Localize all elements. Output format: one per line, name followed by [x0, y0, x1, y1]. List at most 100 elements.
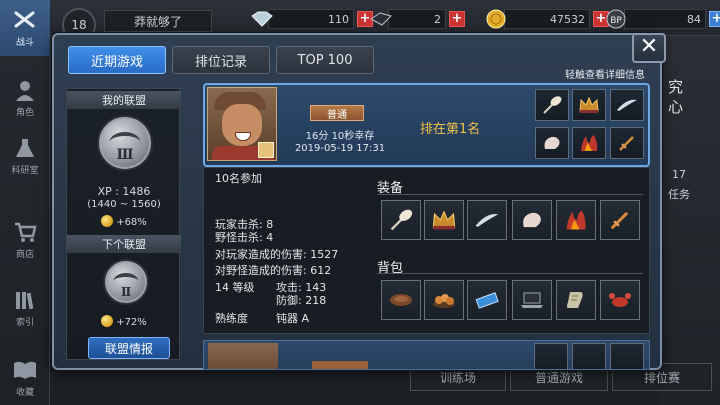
- books-icon: [12, 288, 38, 312]
- next-alliance-tier: Ⅱ: [120, 285, 132, 299]
- bg-side-text-1: 究: [668, 78, 684, 96]
- proficiency-label: 熟练度: [215, 312, 248, 325]
- gold-count: 47532: [504, 9, 590, 29]
- crossed-guns-icon: [12, 8, 38, 32]
- nav-character[interactable]: 角色: [0, 70, 50, 126]
- wing-icon[interactable]: [467, 200, 507, 240]
- flame-boots-icon: [572, 127, 606, 159]
- nav-index[interactable]: 索引: [0, 280, 50, 336]
- my-alliance-bonus: +68%: [67, 215, 181, 228]
- nav-battle[interactable]: 战斗: [0, 0, 50, 56]
- final-rank: 排在第1名: [420, 122, 481, 137]
- equipment-divider: [377, 194, 643, 195]
- wild-kills: 野怪击杀: 4: [215, 231, 274, 244]
- bp-count: 84: [624, 9, 706, 29]
- nav-battle-label: 战斗: [15, 38, 34, 48]
- nav-collection-label: 收藏: [15, 388, 34, 398]
- alliance-xp-range: (1440 ~ 1560): [87, 199, 161, 210]
- diamond-icon: [251, 11, 273, 27]
- alliance-xp: XP : 1486: [97, 185, 151, 198]
- tab-top-100[interactable]: TOP 100: [276, 46, 374, 74]
- my-alliance-header: 我的联盟: [67, 91, 181, 109]
- survival-time: 16分 10秒幸存: [305, 131, 375, 142]
- match-card-2[interactable]: [203, 340, 650, 370]
- cart-icon: [12, 220, 38, 244]
- bp-resource: BP 84 +: [604, 8, 720, 30]
- laptop-icon[interactable]: [512, 280, 552, 320]
- bp-icon: BP: [606, 9, 626, 29]
- background-side-panel: 究 心 17 任务: [660, 36, 720, 405]
- flask-icon: [12, 136, 38, 160]
- sword-icon: [610, 127, 644, 159]
- sword-icon[interactable]: [600, 200, 640, 240]
- next-alliance-bonus: +72%: [67, 315, 181, 328]
- nav-lab[interactable]: 科研室: [0, 128, 50, 184]
- add-bp-button[interactable]: +: [709, 11, 720, 27]
- tab-ranked-records[interactable]: 排位记录: [172, 46, 270, 74]
- tap-hint: 轻触查看详细信息: [565, 70, 645, 81]
- bg-side-task: 任务: [668, 188, 690, 201]
- nav-lab-label: 科研室: [11, 166, 39, 176]
- close-button[interactable]: ✕: [632, 33, 666, 63]
- crab-icon[interactable]: [600, 280, 640, 320]
- feather-weapon-icon: [535, 89, 569, 121]
- battery-icon[interactable]: [467, 280, 507, 320]
- diamond-count: 110: [268, 9, 354, 29]
- wing-icon: [610, 89, 644, 121]
- add-ticket-button[interactable]: +: [449, 11, 465, 27]
- next-bonus-value: +72%: [116, 317, 147, 328]
- steak-icon[interactable]: [381, 280, 421, 320]
- glove-icon[interactable]: [512, 200, 552, 240]
- bag-divider: [377, 273, 643, 274]
- gold-coin-icon: [486, 9, 506, 29]
- my-alliance-tier: Ⅲ: [116, 147, 134, 163]
- player-name[interactable]: 莽就够了: [104, 10, 212, 32]
- my-bonus-value: +68%: [116, 217, 147, 228]
- player-level: 14 等级: [215, 281, 255, 294]
- wing-icon: [610, 343, 644, 369]
- glove-icon: [535, 127, 569, 159]
- ticket-resource: 2 +: [368, 8, 465, 30]
- bg-side-number: 17: [672, 168, 686, 181]
- character-icon: [12, 78, 38, 102]
- player-damage: 对玩家造成的伤害: 1527: [215, 248, 339, 261]
- wild-damage: 对野怪造成的伤害: 612: [215, 264, 332, 277]
- nav-character-label: 角色: [15, 108, 34, 118]
- bg-side-text-2: 心: [668, 98, 684, 116]
- dumplings-icon[interactable]: [424, 280, 464, 320]
- alliance-info-button[interactable]: 联盟情报: [88, 337, 170, 359]
- scroll-icon[interactable]: [556, 280, 596, 320]
- nav-index-label: 索引: [15, 318, 34, 328]
- game-screen: 18 莽就够了 110 + 2 + 47532 + BP 84 + 战斗 角色 …: [0, 0, 720, 405]
- participants: 10名参加: [215, 172, 262, 185]
- gold-coin-icon: [101, 215, 114, 227]
- rank-emblem-icon: [258, 142, 274, 158]
- alliance-panel: 我的联盟 Ⅲ XP : 1486 (1440 ~ 1560) +68% 下个联盟…: [66, 88, 181, 360]
- match-date: 2019-05-19 17:31: [294, 143, 386, 154]
- open-book-icon: [12, 358, 38, 382]
- crown-icon: [572, 89, 606, 121]
- feather-weapon-icon[interactable]: [381, 200, 421, 240]
- next-alliance-header: 下个联盟: [67, 235, 181, 253]
- defense-stat: 防御: 218: [276, 294, 327, 307]
- player-portrait-2: [208, 343, 278, 369]
- mode-badge: 普通: [310, 105, 364, 121]
- mode-badge-2: [312, 361, 368, 369]
- nav-collection[interactable]: 收藏: [0, 350, 50, 405]
- ticket-count: 2: [388, 9, 446, 29]
- feather-weapon-icon: [534, 343, 568, 369]
- flame-boots-icon[interactable]: [556, 200, 596, 240]
- diamond-resource: 110 +: [248, 8, 373, 30]
- gold-resource: 47532 +: [484, 8, 609, 30]
- proficiency-value: 钝器 A: [276, 312, 310, 325]
- nav-shop[interactable]: 商店: [0, 212, 50, 268]
- my-alliance-emblem: Ⅲ: [97, 115, 153, 171]
- svg-text:BP: BP: [610, 16, 622, 26]
- tab-recent-games[interactable]: 近期游戏: [68, 46, 166, 74]
- gold-coin-icon: [101, 315, 114, 327]
- player-portrait: [207, 87, 277, 161]
- left-navigation: 战斗 角色 科研室 商店 索引 收藏: [0, 0, 50, 405]
- nav-shop-label: 商店: [15, 250, 34, 260]
- next-alliance-emblem: Ⅱ: [103, 259, 149, 305]
- crown-icon[interactable]: [424, 200, 464, 240]
